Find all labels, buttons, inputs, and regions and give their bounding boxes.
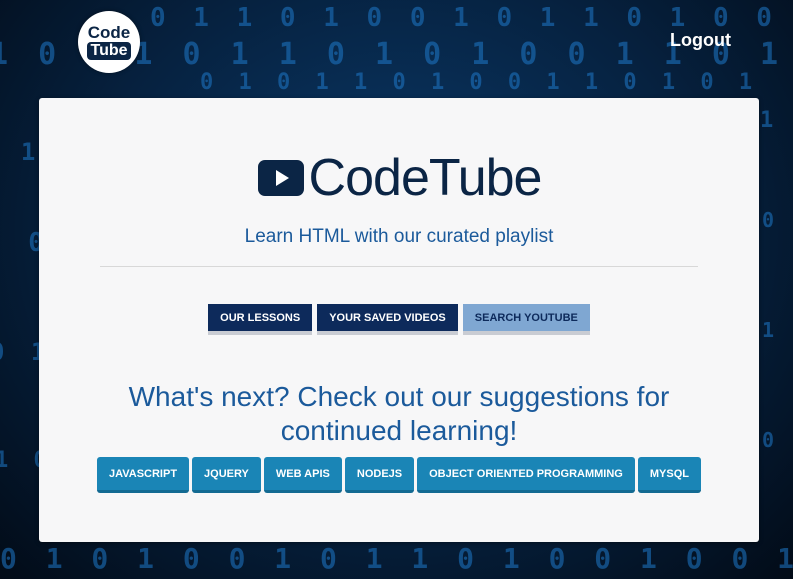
brand-name: CodeTube: [308, 149, 543, 207]
suggestions-heading: What's next? Check out our suggestions f…: [128, 381, 670, 446]
topic-oop-button[interactable]: OBJECT ORIENTED PROGRAMMING: [417, 457, 635, 493]
binary-digits-decoration: 0 1 1 0 1 0 0 1 0 1 1 0 1 0 0 1: [150, 3, 793, 33]
site-logo[interactable]: Code Tube: [78, 11, 140, 73]
our-lessons-button[interactable]: OUR LESSONS: [208, 304, 313, 335]
logo-text-tube: Tube: [87, 42, 131, 60]
binary-digits-decoration: 0 1: [762, 428, 793, 452]
brand-heading: CodeTube: [39, 148, 759, 208]
binary-digits-decoration: 0 1: [762, 208, 793, 232]
topic-web-apis-button[interactable]: WEB APIS: [263, 457, 342, 493]
main-card: CodeTube Learn HTML with our curated pla…: [39, 98, 759, 542]
binary-digits-decoration: 0 1 0 1 1 0 1 0 0 1 1 0 1 0 1: [200, 70, 759, 95]
logout-link[interactable]: Logout: [670, 30, 731, 51]
topic-jquery-button[interactable]: JQUERY: [192, 457, 261, 493]
binary-digits-decoration: 1 0: [760, 108, 793, 133]
topic-nodejs-button[interactable]: NODEJS: [344, 457, 415, 493]
binary-digits-decoration: 1 1: [762, 318, 793, 342]
search-youtube-button[interactable]: SEARCH YOUTUBE: [462, 304, 590, 335]
topic-mysql-button[interactable]: MYSQL: [637, 457, 701, 493]
play-button-icon: [257, 160, 304, 196]
binary-digits-decoration: 0 1 0 1 0 0 1 0 1 1 0 1 0 0 1 0 0 1 1 0 …: [0, 542, 793, 575]
topic-javascript-button[interactable]: JAVASCRIPT: [97, 457, 190, 493]
divider: [100, 266, 698, 267]
saved-videos-button[interactable]: YOUR SAVED VIDEOS: [317, 304, 458, 335]
tagline: Learn HTML with our curated playlist: [244, 226, 554, 247]
main-nav: OUR LESSONS YOUR SAVED VIDEOS SEARCH YOU…: [39, 304, 759, 335]
logo-text-code: Code: [87, 23, 131, 42]
topic-buttons: JAVASCRIPT JQUERY WEB APIS NODEJS OBJECT…: [39, 457, 759, 493]
